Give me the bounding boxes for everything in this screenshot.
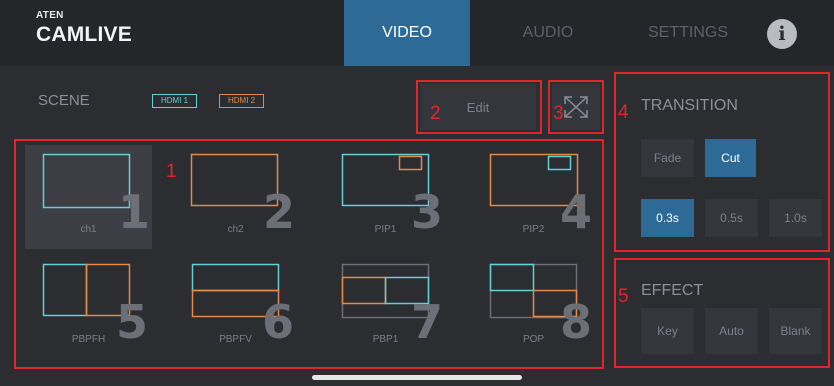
scene-label-pop: POP bbox=[522, 334, 545, 345]
callout-number: 1 bbox=[166, 161, 177, 182]
callout-number: 4 bbox=[618, 102, 629, 123]
scene-tile-pbp1[interactable]: 7 PBP1 bbox=[322, 255, 449, 359]
callout-number: 3 bbox=[553, 103, 564, 124]
transition-title: TRANSITION bbox=[641, 97, 738, 114]
scene-tile-pip2[interactable]: 4 PIP2 bbox=[470, 145, 597, 249]
tab-settings[interactable]: SETTINGS bbox=[625, 0, 751, 66]
scene-tile-ch1[interactable]: 1 ch1 bbox=[25, 145, 152, 249]
duration-0.5s-button[interactable]: 0.5s bbox=[705, 199, 758, 237]
duration-1.0s-button[interactable]: 1.0s bbox=[769, 199, 822, 237]
duration-0.3s-button[interactable]: 0.3s bbox=[641, 199, 694, 237]
key-button[interactable]: Key bbox=[641, 308, 694, 354]
scene-tile-pop[interactable]: 8 POP bbox=[470, 255, 597, 359]
fade-button[interactable]: Fade bbox=[641, 139, 694, 177]
app-title: CAMLIVE bbox=[36, 23, 132, 46]
tab-audio[interactable]: AUDIO bbox=[485, 0, 611, 66]
scene-label-pbpfh: PBPFH bbox=[71, 334, 106, 345]
scene-label-pip2: PIP2 bbox=[522, 224, 545, 235]
callout-number: 2 bbox=[430, 103, 441, 124]
scene-tile-ch2[interactable]: 2 ch2 bbox=[172, 145, 299, 249]
blank-button[interactable]: Blank bbox=[769, 308, 822, 354]
scene-tile-pbpfv[interactable]: 6 PBPFV bbox=[172, 255, 299, 359]
tab-video[interactable]: VIDEO bbox=[344, 0, 470, 66]
scene-label-pbp1: PBP1 bbox=[372, 334, 399, 345]
brand-logo: ATEN CAMLIVE bbox=[36, 10, 132, 47]
scene-label-ch1: ch1 bbox=[80, 224, 97, 235]
hdmi1-legend: HDMI 1 bbox=[152, 94, 198, 108]
cut-button[interactable]: Cut bbox=[705, 139, 756, 177]
brand-small: ATEN bbox=[36, 10, 64, 21]
top-bar: ATEN CAMLIVE VIDEO AUDIO SETTINGS i bbox=[0, 0, 834, 66]
scene-label: SCENE bbox=[38, 92, 90, 109]
scene-label-pbpfv: PBPFV bbox=[219, 334, 252, 345]
scene-label-ch2: ch2 bbox=[227, 224, 244, 235]
effect-title: EFFECT bbox=[641, 282, 704, 299]
callout-number: 5 bbox=[618, 286, 629, 307]
hdmi2-legend: HDMI 2 bbox=[219, 94, 265, 108]
scene-tile-pbpfh[interactable]: 5 PBPFH bbox=[25, 255, 152, 359]
home-indicator[interactable] bbox=[312, 375, 522, 380]
scene-tile-pip1[interactable]: 3 PIP1 bbox=[322, 145, 449, 249]
info-icon[interactable]: i bbox=[767, 19, 797, 49]
scene-label-pip1: PIP1 bbox=[374, 224, 397, 235]
auto-button[interactable]: Auto bbox=[705, 308, 758, 354]
